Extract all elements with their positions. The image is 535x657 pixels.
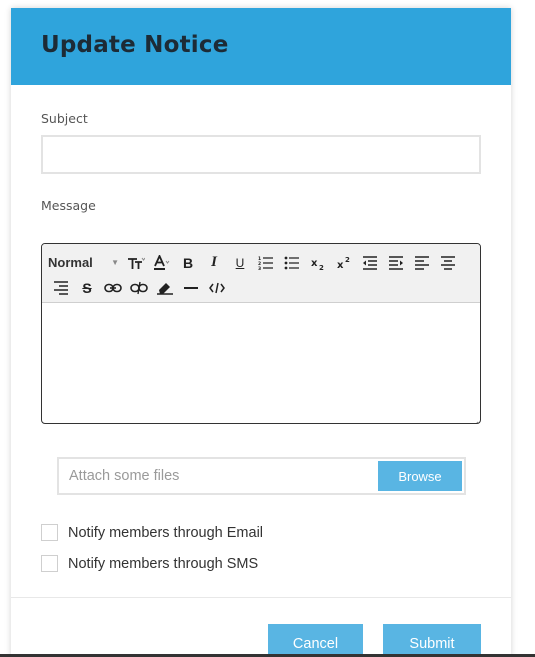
editor-toolbar: Normal ▼ B I U 123 x 2 x 2 S (42, 244, 480, 303)
attach-placeholder: Attach some files (69, 468, 180, 484)
notify-email-checkbox[interactable] (41, 524, 58, 541)
format-select[interactable]: Normal ▼ (48, 255, 123, 270)
message-label: Message (41, 198, 96, 213)
file-attach-field[interactable]: Attach some files Browse (57, 457, 466, 495)
text-size-icon[interactable] (123, 252, 149, 274)
cancel-button[interactable]: Cancel (268, 624, 363, 657)
notify-sms-row: Notify members through SMS (41, 548, 481, 579)
svg-text:2: 2 (319, 264, 324, 270)
svg-text:3: 3 (258, 266, 261, 270)
svg-text:x: x (337, 260, 344, 270)
subject-label: Subject (41, 111, 88, 126)
code-view-icon[interactable] (204, 277, 230, 299)
indent-icon[interactable] (383, 252, 409, 274)
font-color-icon[interactable] (149, 252, 175, 274)
italic-icon[interactable]: I (201, 252, 227, 274)
align-right-icon[interactable] (48, 277, 74, 299)
toolbar-row-2: S (48, 275, 476, 300)
message-editor-area[interactable] (42, 303, 480, 423)
modal-header: Update Notice (11, 8, 511, 85)
message-editor: Normal ▼ B I U 123 x 2 x 2 S (41, 243, 481, 424)
align-left-icon[interactable] (409, 252, 435, 274)
modal-footer: Cancel Submit (11, 597, 511, 657)
unlink-icon[interactable] (126, 277, 152, 299)
format-select-value: Normal (48, 255, 93, 270)
notify-sms-checkbox[interactable] (41, 555, 58, 572)
update-notice-modal: Update Notice Subject Message Normal ▼ B… (11, 8, 511, 657)
horizontal-rule-icon[interactable] (178, 277, 204, 299)
svg-text:x: x (311, 258, 318, 269)
link-icon[interactable] (100, 277, 126, 299)
outdent-icon[interactable] (357, 252, 383, 274)
align-center-icon[interactable] (435, 252, 461, 274)
toolbar-row-1: Normal ▼ B I U 123 x 2 x 2 (48, 250, 476, 275)
ordered-list-icon[interactable]: 123 (253, 252, 279, 274)
eraser-icon[interactable] (152, 277, 178, 299)
modal-title: Update Notice (41, 32, 229, 58)
superscript-icon[interactable]: x2 (331, 252, 357, 274)
underline-icon[interactable]: U (227, 252, 253, 274)
notify-email-row: Notify members through Email (41, 517, 481, 548)
strikethrough-icon[interactable]: S (74, 277, 100, 299)
notify-options: Notify members through Email Notify memb… (41, 517, 481, 579)
chevron-down-icon: ▼ (111, 258, 119, 267)
modal-body: Subject Message Normal ▼ B I U 1 2 3 x 2… (11, 85, 511, 579)
subject-input[interactable] (41, 135, 481, 174)
notify-sms-label: Notify members through SMS (68, 555, 259, 572)
unordered-list-icon[interactable] (279, 252, 305, 274)
submit-button[interactable]: Submit (383, 624, 481, 657)
subscript-icon[interactable]: x2 (305, 252, 331, 274)
browse-button[interactable]: Browse (378, 461, 462, 491)
resize-handle-icon[interactable] (471, 414, 479, 423)
notify-email-label: Notify members through Email (68, 524, 264, 541)
bold-icon[interactable]: B (175, 252, 201, 274)
svg-text:2: 2 (345, 256, 350, 264)
